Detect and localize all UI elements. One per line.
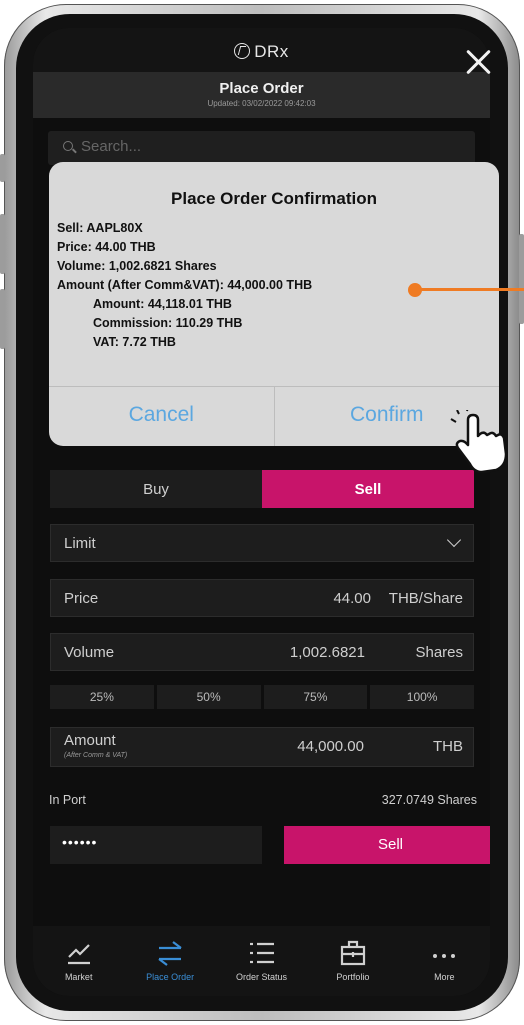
- side-selector: Buy Sell: [50, 470, 474, 508]
- dialog-buttons: Cancel Confirm: [49, 386, 499, 446]
- dialog-title: Place Order Confirmation: [171, 189, 377, 208]
- close-icon[interactable]: [464, 48, 494, 78]
- title-bar: Place Order Updated: 03/02/2022 09:42:03: [33, 72, 490, 118]
- sell-tab[interactable]: Sell: [262, 470, 474, 508]
- tab-more-label: More: [434, 972, 455, 982]
- detail-line: Volume: 1,002.6821 Shares: [57, 259, 217, 273]
- page-title: Place Order: [219, 80, 304, 97]
- percent-buttons: 25% 50% 75% 100%: [50, 685, 474, 709]
- percent-25-button[interactable]: 25%: [50, 685, 154, 709]
- in-port-value: 327.0749 Shares: [381, 793, 477, 807]
- price-unit: THB/Share: [388, 590, 463, 607]
- price-value: 44.00: [333, 590, 371, 607]
- tab-portfolio[interactable]: Portfolio: [307, 926, 398, 996]
- chart-line-icon: [64, 938, 94, 968]
- mute-switch: [0, 154, 5, 182]
- amount-label: Amount: [64, 732, 116, 749]
- bottom-tab-bar: Market Place Order Order Status Portfoli…: [33, 926, 490, 996]
- list-icon: [247, 938, 277, 968]
- top-bar: DRx: [33, 28, 490, 72]
- brand: DRx: [33, 42, 490, 62]
- drx-logo-icon: [234, 43, 251, 59]
- detail-line: Amount (After Comm&VAT): 44,000.00 THB: [57, 278, 313, 292]
- tab-order-status[interactable]: Order Status: [216, 926, 307, 996]
- tab-order-status-label: Order Status: [236, 972, 288, 982]
- in-port-row: In Port 327.0749 Shares: [49, 793, 477, 807]
- search-placeholder: Search...: [81, 138, 142, 155]
- hand-pointer-icon: [448, 406, 514, 476]
- volume-label: Volume: [64, 644, 115, 661]
- detail-subline: Amount: 44,118.01 THB: [93, 297, 232, 311]
- amount-field[interactable]: Amount (After Comm & VAT) 44,000.00 THB: [50, 727, 474, 767]
- tab-portfolio-label: Portfolio: [336, 972, 370, 982]
- chevron-down-icon: [446, 532, 462, 548]
- order-type-value: Limit: [64, 535, 96, 552]
- amount-value: 44,000.00: [297, 738, 364, 755]
- volume-up-button: [0, 214, 5, 274]
- briefcase-icon: [338, 938, 368, 968]
- price-label: Price: [64, 590, 99, 607]
- volume-value: 1,002.6821: [289, 644, 365, 661]
- confirmation-dialog: Place Order Confirmation Sell: AAPL80X P…: [49, 162, 499, 446]
- buy-tab[interactable]: Buy: [50, 470, 262, 508]
- callout-line: [418, 288, 524, 291]
- tab-place-order-label: Place Order: [146, 972, 195, 982]
- tab-market[interactable]: Market: [33, 926, 124, 996]
- percent-50-button[interactable]: 50%: [156, 685, 261, 709]
- volume-field[interactable]: Volume 1,002.6821 Shares: [50, 633, 474, 671]
- amount-unit: THB: [433, 738, 463, 755]
- volume-down-button: [0, 289, 5, 349]
- cancel-button[interactable]: Cancel: [49, 387, 275, 446]
- tab-place-order[interactable]: Place Order: [124, 926, 215, 996]
- price-field[interactable]: Price 44.00 THB/Share: [50, 579, 474, 617]
- detail-subline: Commission: 110.29 THB: [93, 316, 243, 330]
- amount-sublabel: (After Comm & VAT): [64, 752, 128, 759]
- power-button: [519, 234, 524, 324]
- brand-name: DRx: [254, 42, 289, 61]
- tab-more[interactable]: More: [399, 926, 490, 996]
- search-icon: [63, 141, 73, 151]
- volume-unit: Shares: [415, 644, 463, 661]
- more-dots-icon: [429, 938, 459, 968]
- sell-submit-button[interactable]: Sell: [284, 826, 490, 864]
- swap-arrows-icon: [155, 938, 185, 968]
- detail-line: Sell: AAPL80X: [57, 221, 143, 235]
- tab-market-label: Market: [64, 972, 93, 982]
- order-type-select[interactable]: Limit: [50, 524, 474, 562]
- percent-100-button[interactable]: 100%: [370, 685, 474, 709]
- detail-line: Price: 44.00 THB: [57, 240, 156, 254]
- dialog-details: Sell: AAPL80X Price: 44.00 THB Volume: 1…: [49, 209, 499, 352]
- percent-75-button[interactable]: 75%: [263, 685, 368, 709]
- in-port-label: In Port: [49, 793, 86, 807]
- pin-input[interactable]: ••••••: [50, 826, 262, 864]
- updated-timestamp: Updated: 03/02/2022 09:42:03: [207, 99, 316, 108]
- search-input[interactable]: Search...: [48, 131, 475, 165]
- detail-subline: VAT: 7.72 THB: [93, 335, 176, 349]
